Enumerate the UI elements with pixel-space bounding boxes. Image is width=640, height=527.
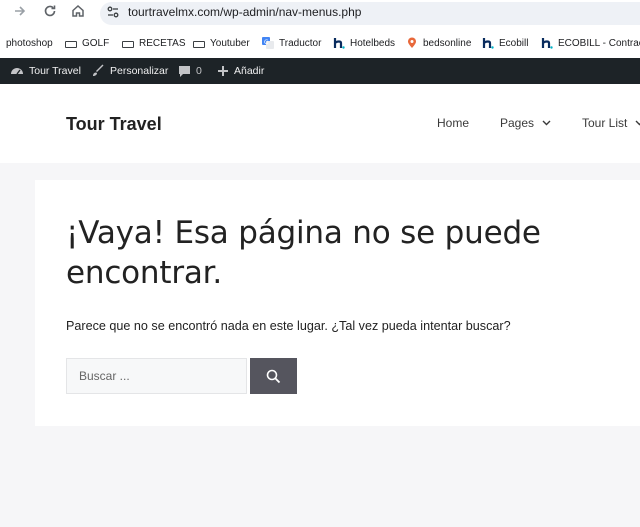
bookmark-ecobill[interactable]: Ecobill [482, 36, 528, 50]
wp-admin-bar: Tour Travel Personalizar 0 Añadir [0, 58, 640, 84]
bookmark-recetas[interactable]: RECETAS [122, 36, 186, 50]
search-icon [266, 369, 281, 383]
bookmark-photoshop[interactable]: photoshop [6, 36, 53, 50]
bookmark-label: Traductor [279, 37, 322, 49]
bookmark-ecobill-contracting[interactable]: ECOBILL - Contracting [541, 36, 640, 50]
bookmark-bedsonline[interactable]: bedsonline [406, 36, 471, 50]
reload-button[interactable] [40, 4, 60, 22]
hotelbeds-icon [541, 38, 553, 49]
admin-bar-customize-label: Personalizar [110, 65, 169, 77]
admin-bar-new-content[interactable]: Añadir [217, 58, 264, 84]
admin-bar-customize[interactable]: Personalizar [91, 58, 168, 84]
bookmark-label: Ecobill [499, 37, 529, 49]
site-title[interactable]: Tour Travel [66, 114, 162, 135]
bookmark-label: Hotelbeds [350, 37, 396, 49]
admin-bar-add-new-label: Añadir [234, 65, 265, 77]
bookmark-label: RECETAS [139, 37, 186, 49]
folder-icon [65, 40, 77, 48]
menu-item-label: Home [437, 116, 470, 130]
bookmarks-bar: photoshop GOLF RECETAS Youtuber G Traduc… [0, 27, 640, 59]
menu-item-label: Tour List [582, 116, 628, 130]
menu-item-home[interactable]: Home [437, 116, 469, 130]
url-text[interactable]: tourtravelmx.com/wp-admin/nav-menus.php [128, 5, 361, 19]
bookmark-label: photoshop [6, 37, 53, 49]
site-header: Tour Travel Home Pages Tour List [0, 84, 640, 163]
dashboard-icon [11, 68, 23, 75]
comments-count: 0 [196, 65, 202, 77]
folder-icon [193, 40, 205, 48]
menu-item-pages[interactable]: Pages [500, 116, 551, 130]
hotelbeds-icon [333, 38, 345, 49]
chevron-down-icon [542, 120, 551, 126]
bedsonline-icon [408, 37, 416, 48]
chevron-down-icon [635, 120, 640, 126]
bookmark-youtuber[interactable]: Youtuber [193, 36, 250, 50]
bookmark-label: bedsonline [423, 37, 472, 49]
plus-icon [218, 66, 228, 76]
folder-icon [122, 40, 134, 48]
not-found-message: Parece que no se encontró nada en este l… [66, 319, 511, 333]
browser-toolbar: tourtravelmx.com/wp-admin/nav-menus.php [0, 0, 640, 27]
forward-arrow-icon [15, 6, 26, 16]
site-settings-icon[interactable] [106, 5, 120, 19]
reload-icon [44, 5, 56, 17]
translate-icon: G [262, 37, 274, 49]
bookmark-golf[interactable]: GOLF [65, 36, 109, 50]
search-input[interactable] [66, 358, 247, 394]
bookmark-traductor[interactable]: G Traductor [262, 36, 321, 50]
search-button[interactable] [250, 358, 297, 394]
bookmark-label: Youtuber [210, 37, 250, 49]
forward-button[interactable] [10, 4, 30, 22]
page-title: ¡Vaya! Esa página no se puede encontrar. [66, 215, 541, 291]
paintbrush-icon [93, 64, 104, 76]
bookmark-label: GOLF [82, 37, 110, 49]
home-icon [72, 4, 84, 17]
menu-item-tour-list[interactable]: Tour List [582, 116, 640, 130]
menu-item-label: Pages [500, 116, 535, 130]
bookmark-hotelbeds[interactable]: Hotelbeds [333, 36, 395, 50]
comment-icon [179, 65, 190, 77]
admin-bar-site-link[interactable]: Tour Travel [10, 58, 81, 84]
admin-bar-comments[interactable]: 0 [178, 58, 202, 84]
content-card: ¡Vaya! Esa página no se puede encontrar.… [35, 180, 640, 426]
svg-text:G: G [264, 39, 269, 46]
bookmark-label: ECOBILL - Contracting [558, 37, 640, 49]
admin-bar-site-name: Tour Travel [29, 65, 81, 77]
hotelbeds-icon [482, 38, 494, 49]
home-button[interactable] [68, 4, 88, 22]
